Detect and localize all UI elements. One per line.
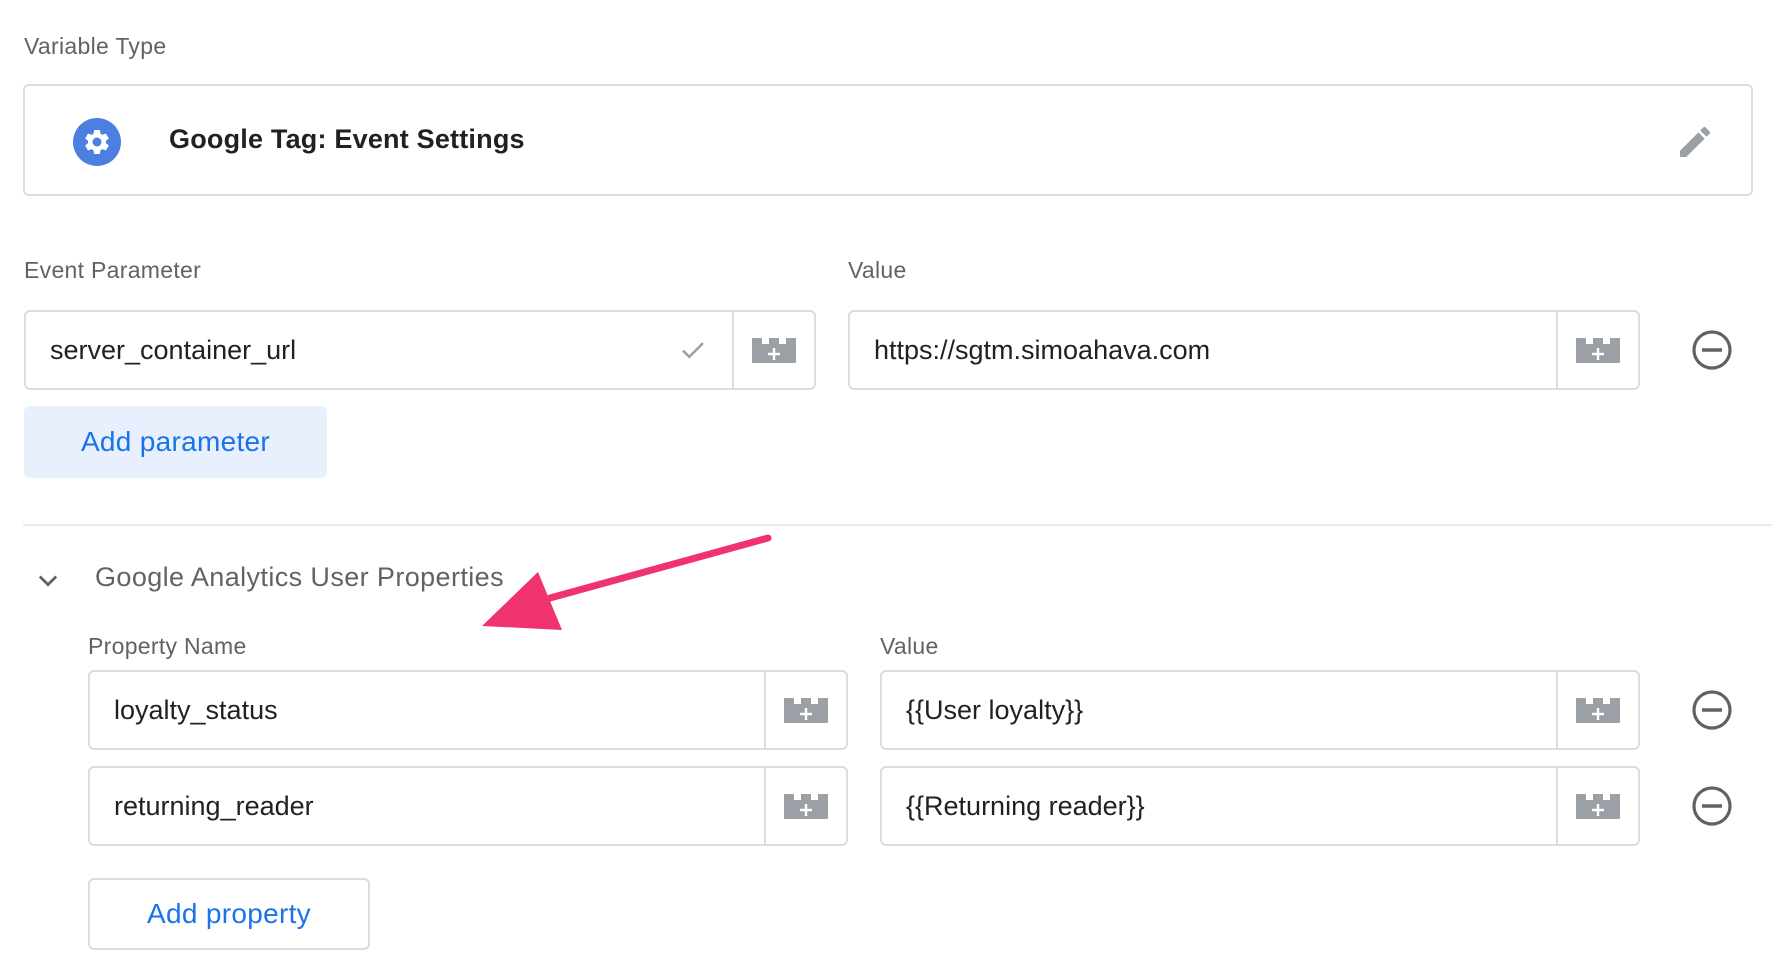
- section-divider: [23, 524, 1772, 526]
- variable-picker-icon[interactable]: [1556, 312, 1638, 388]
- event-parameter-value-field[interactable]: https://sgtm.simoahava.com: [848, 310, 1640, 390]
- variable-picker-icon[interactable]: [764, 768, 846, 844]
- add-property-button[interactable]: Add property: [88, 878, 370, 950]
- property-value-input[interactable]: {{Returning reader}}: [906, 768, 1145, 844]
- property-value-input[interactable]: {{User loyalty}}: [906, 672, 1083, 748]
- edit-pencil-icon[interactable]: [1675, 122, 1715, 162]
- variable-picker-icon[interactable]: [732, 312, 814, 388]
- settings-icon: [73, 118, 121, 166]
- property-value-field[interactable]: {{User loyalty}}: [880, 670, 1640, 750]
- property-name-label: Property Name: [88, 633, 247, 659]
- add-parameter-button[interactable]: Add parameter: [24, 406, 327, 478]
- event-parameter-value-input[interactable]: https://sgtm.simoahava.com: [874, 312, 1210, 388]
- property-value-field[interactable]: {{Returning reader}}: [880, 766, 1640, 846]
- property-name-input[interactable]: loyalty_status: [114, 672, 278, 748]
- event-parameter-label: Event Parameter: [24, 257, 202, 283]
- variable-picker-icon[interactable]: [1556, 672, 1638, 748]
- property-name-field[interactable]: returning_reader: [88, 766, 848, 846]
- variable-type-title: Google Tag: Event Settings: [169, 124, 525, 154]
- remove-row-icon[interactable]: [1690, 784, 1734, 828]
- property-name-field[interactable]: loyalty_status: [88, 670, 848, 750]
- property-value-label: Value: [880, 633, 939, 659]
- remove-row-icon[interactable]: [1690, 688, 1734, 732]
- annotation-arrow: [482, 534, 772, 630]
- variable-type-label: Variable Type: [24, 33, 167, 59]
- variable-picker-icon[interactable]: [1556, 768, 1638, 844]
- remove-row-icon[interactable]: [1690, 328, 1734, 372]
- property-name-input[interactable]: returning_reader: [114, 768, 314, 844]
- user-properties-section-title[interactable]: Google Analytics User Properties: [95, 562, 504, 593]
- chevron-down-icon[interactable]: [34, 566, 62, 594]
- event-parameter-name-input[interactable]: server_container_url: [50, 312, 296, 388]
- event-parameter-name-field[interactable]: server_container_url: [24, 310, 816, 390]
- check-icon: [678, 335, 708, 365]
- variable-picker-icon[interactable]: [764, 672, 846, 748]
- variable-type-card[interactable]: Google Tag: Event Settings: [23, 84, 1753, 196]
- event-value-label: Value: [848, 257, 907, 283]
